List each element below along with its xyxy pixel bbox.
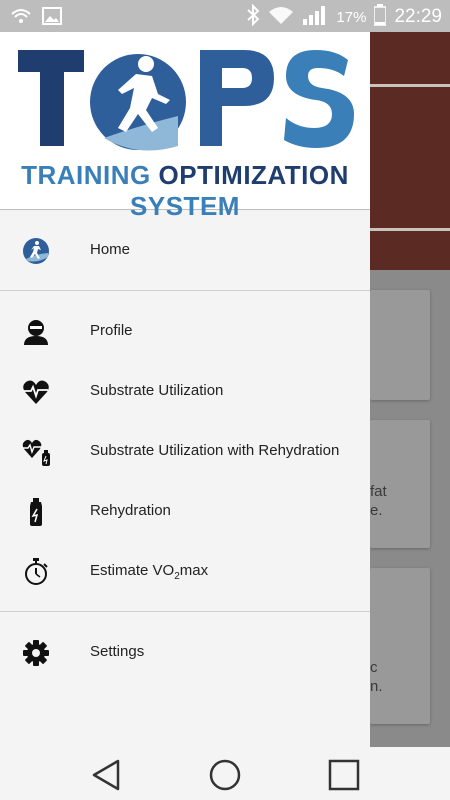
- bluetooth-icon: [246, 3, 260, 30]
- menu-label-estimate-vo2max: Estimate VO2max: [90, 562, 208, 582]
- home-circle-icon[interactable]: [207, 757, 243, 793]
- background-card: fat e.: [370, 420, 430, 548]
- back-icon[interactable]: [88, 757, 124, 793]
- heart-pulse-icon: [22, 378, 50, 406]
- system-nav-bar: [0, 747, 450, 800]
- menu-item-substrate-rehydration[interactable]: Substrate Utilization with Rehydration: [0, 424, 370, 480]
- clock: 22:29: [394, 6, 442, 27]
- track-image: [370, 32, 450, 270]
- wifi-call-icon: [10, 6, 32, 31]
- background-app: fat e. c n.: [370, 32, 450, 747]
- image-icon: [42, 6, 62, 31]
- menu-item-substrate-utilization[interactable]: Substrate Utilization: [0, 364, 370, 420]
- stopwatch-icon: [22, 558, 50, 586]
- background-card: c n.: [370, 568, 430, 724]
- background-card: [370, 290, 430, 400]
- gear-icon: [22, 639, 50, 667]
- vo2-label-prefix: Estimate VO: [90, 562, 175, 579]
- menu-label-settings: Settings: [90, 643, 145, 660]
- runner-logo-icon: [22, 237, 50, 265]
- menu-item-profile[interactable]: Profile: [0, 304, 370, 360]
- logo-subtitle-word: SYSTEM: [130, 191, 240, 221]
- menu-label-rehydration: Rehydration: [90, 502, 171, 519]
- battery-icon: [373, 4, 388, 30]
- status-bar: 17% 22:29: [0, 0, 450, 32]
- heart-bottle-icon: [22, 438, 50, 466]
- divider: [0, 290, 370, 291]
- menu-item-rehydration[interactable]: Rehydration: [0, 484, 370, 540]
- recent-apps-icon[interactable]: [326, 757, 362, 793]
- wifi-icon: [268, 5, 294, 29]
- drawer-header: TRAINING OPTIMIZATION SYSTEM: [0, 32, 370, 221]
- menu-label-substrate-utilization: Substrate Utilization: [90, 382, 224, 399]
- navigation-drawer: TRAINING OPTIMIZATION SYSTEM Home Profil: [0, 32, 370, 747]
- menu-label-substrate-rehydration: Substrate Utilization with Rehydration: [90, 442, 340, 459]
- bottle-icon: [22, 498, 50, 526]
- background-card-text: fat e.: [370, 483, 387, 519]
- menu-item-settings[interactable]: Settings: [0, 625, 370, 681]
- divider: [0, 611, 370, 612]
- menu-label-home: Home: [90, 241, 131, 258]
- background-card-text: c n.: [370, 659, 383, 695]
- battery-percent: 17%: [336, 8, 367, 26]
- menu-label-profile: Profile: [90, 322, 133, 339]
- menu-item-home[interactable]: Home: [0, 223, 370, 279]
- menu-item-estimate-vo2max[interactable]: Estimate VO2max: [0, 544, 370, 600]
- tops-logo: [18, 50, 354, 151]
- person-icon: [22, 318, 50, 346]
- signal-icon: [302, 4, 328, 30]
- logo-subtitle-word: OPTIMIZATION: [158, 160, 349, 190]
- logo-subtitle: TRAINING OPTIMIZATION SYSTEM: [0, 160, 370, 222]
- logo-subtitle-word: TRAINING: [21, 160, 151, 190]
- vo2-label-suffix: max: [179, 562, 209, 579]
